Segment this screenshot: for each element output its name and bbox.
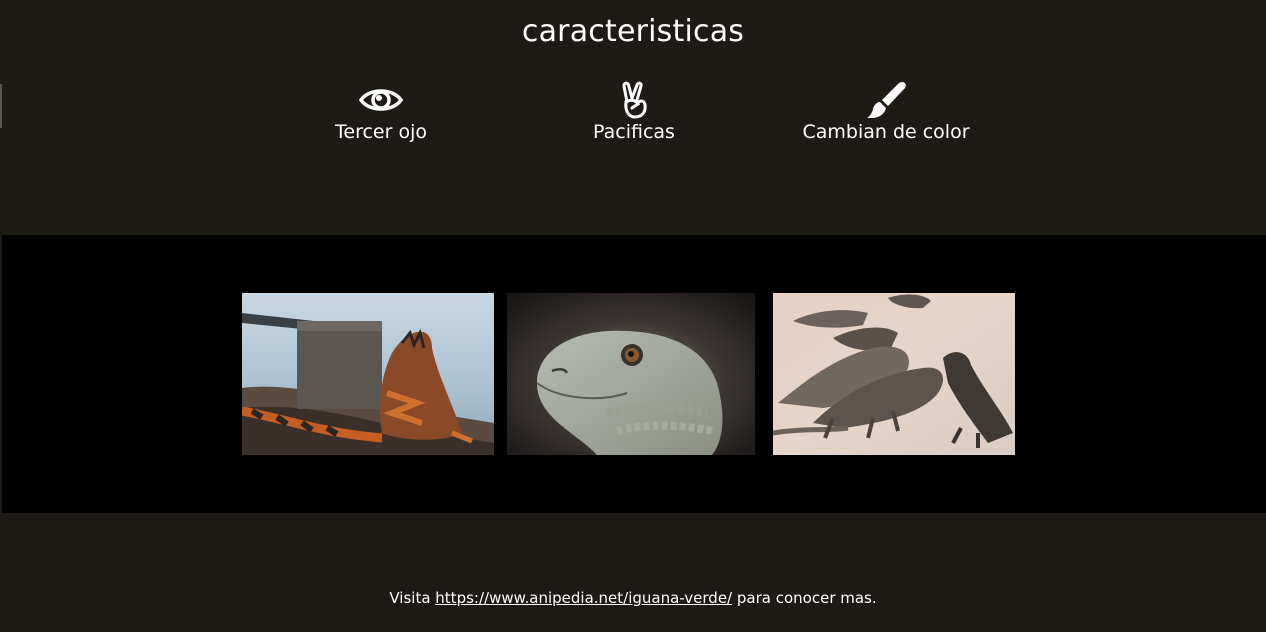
photo-gallery [2, 235, 1266, 513]
footer-prefix: Visita [389, 589, 431, 607]
iguana-on-rocks-photo [242, 293, 494, 455]
feature-label: Pacificas [593, 121, 675, 143]
feature-label: Tercer ojo [335, 121, 427, 143]
feature-cambian-de-color: Cambian de color [766, 80, 1006, 144]
feature-tercer-ojo: Tercer ojo [261, 80, 501, 144]
paintbrush-icon [867, 82, 906, 118]
feature-label: Cambian de color [802, 121, 970, 143]
section-title: caracteristicas [521, 14, 745, 49]
iguanas-on-beach-photo [773, 293, 1015, 455]
footer-suffix: para conocer mas. [736, 589, 877, 607]
iguana-head-closeup-photo [507, 293, 755, 455]
footer: Visita https://www.anipedia.net/iguana-v… [0, 589, 1266, 607]
feature-pacificas: Pacificas [514, 80, 754, 144]
page: caracteristicas Tercer ojo Pacificas Cam… [0, 0, 1266, 632]
anipedia-link[interactable]: https://www.anipedia.net/iguana-verde/ [435, 589, 732, 607]
eye-icon [359, 89, 403, 111]
peace-hand-icon [622, 81, 647, 119]
features-row: Tercer ojo Pacificas Cambian de color [0, 80, 1266, 160]
